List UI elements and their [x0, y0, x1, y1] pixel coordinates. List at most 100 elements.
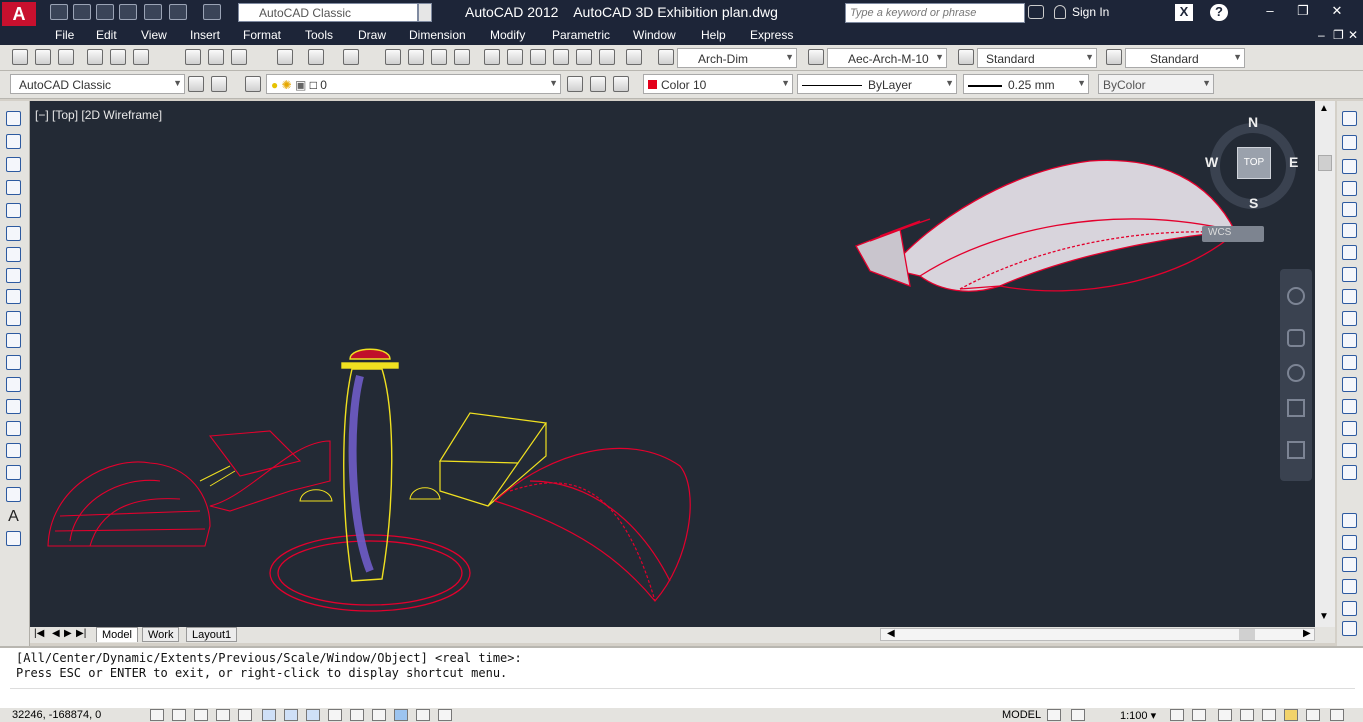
save-icon[interactable] [96, 4, 114, 20]
clean-screen-icon[interactable] [1330, 709, 1344, 721]
pan-nav-icon[interactable] [1287, 329, 1305, 347]
table-icon[interactable] [6, 487, 21, 502]
viewcube-top-face[interactable]: TOP [1237, 147, 1271, 179]
steeringwheel-icon[interactable] [1287, 287, 1305, 305]
table-style-select[interactable]: Standard ▼ [977, 48, 1097, 68]
3dosnap-icon[interactable] [284, 709, 298, 721]
ducs-icon[interactable] [328, 709, 342, 721]
polar-icon[interactable] [238, 709, 252, 721]
orbit-nav-icon[interactable] [1287, 399, 1305, 417]
lock-ui-icon[interactable] [1240, 709, 1254, 721]
polyline-icon[interactable] [6, 157, 21, 172]
make-current-icon[interactable] [613, 76, 629, 92]
copy-icon[interactable] [208, 49, 224, 65]
redo-tool-icon[interactable] [343, 49, 359, 65]
plot-icon[interactable] [144, 4, 162, 20]
arc-icon[interactable] [6, 226, 21, 241]
ortho-icon[interactable] [216, 709, 230, 721]
ellipse-icon[interactable] [6, 311, 21, 326]
tab-work[interactable]: Work [142, 627, 180, 642]
annotation-scale-select[interactable]: 1:100 ▾ [1120, 709, 1156, 722]
compass-west[interactable]: W [1205, 154, 1218, 170]
chamfer-icon[interactable] [1342, 399, 1357, 414]
autoscale-icon[interactable] [1192, 709, 1206, 721]
lineweight-select[interactable]: 0.25 mm ▼ [963, 74, 1089, 94]
matchprop-icon[interactable] [277, 49, 293, 65]
publish-icon[interactable] [133, 49, 149, 65]
command-line[interactable]: [All/Center/Dynamic/Extents/Previous/Sca… [0, 646, 1363, 708]
abc-spell-icon[interactable] [1342, 621, 1357, 636]
workspace-dropdown[interactable] [418, 3, 432, 22]
zoom-realtime-icon[interactable] [408, 49, 424, 65]
dyn-icon[interactable] [350, 709, 364, 721]
point-icon[interactable] [6, 399, 21, 414]
quickview-layouts-icon[interactable] [1047, 709, 1061, 721]
make-block-icon[interactable] [6, 377, 21, 392]
workspace-settings-icon[interactable] [188, 76, 204, 92]
annotation-visibility-icon[interactable] [1170, 709, 1184, 721]
search-input[interactable]: Type a keyword or phrase [845, 3, 1025, 23]
ellipse-arc-icon[interactable] [6, 333, 21, 348]
menu-file[interactable]: File [55, 28, 74, 42]
markup-icon[interactable] [576, 49, 592, 65]
sheetset-icon[interactable] [553, 49, 569, 65]
last-tab-icon[interactable]: ▶| [76, 628, 86, 639]
qnew-icon[interactable] [12, 49, 28, 65]
menu-edit[interactable]: Edit [96, 28, 117, 42]
vertical-scrollbar[interactable]: ▲ ▼ [1315, 101, 1335, 627]
grid-icon[interactable] [194, 709, 208, 721]
copy-object-icon[interactable] [1342, 135, 1357, 150]
menu-insert[interactable]: Insert [190, 28, 220, 42]
scroll-thumb[interactable] [1318, 155, 1332, 171]
menu-modify[interactable]: Modify [490, 28, 525, 42]
redo-icon[interactable] [203, 4, 221, 20]
otrack-icon[interactable] [306, 709, 320, 721]
open-icon[interactable] [73, 4, 91, 20]
text-front-icon[interactable] [1342, 579, 1357, 594]
layer-previous-icon[interactable] [567, 76, 583, 92]
rotate-icon[interactable] [1342, 245, 1357, 260]
polygon-icon[interactable] [6, 180, 21, 195]
coordinates-readout[interactable]: 32246, -168874, 0 [12, 709, 101, 721]
construction-line-icon[interactable] [6, 134, 21, 149]
new-icon[interactable] [50, 4, 68, 20]
menu-view[interactable]: View [141, 28, 167, 42]
minimize-button[interactable]: ‒ [1255, 3, 1285, 21]
exchange-icon[interactable]: X [1175, 4, 1193, 21]
pan-icon[interactable] [385, 49, 401, 65]
color-select[interactable]: Color 10 ▼ [643, 74, 793, 94]
explode-icon[interactable] [1342, 465, 1357, 480]
undo-icon[interactable] [169, 4, 187, 20]
add-selected-icon[interactable] [6, 531, 21, 546]
menu-draw[interactable]: Draw [358, 28, 386, 42]
menu-parametric[interactable]: Parametric [552, 28, 610, 42]
tray-settings-icon[interactable] [1306, 709, 1320, 721]
horizontal-scrollbar[interactable]: ◀ ▶ [880, 628, 1315, 641]
first-tab-icon[interactable]: |◀ [34, 628, 44, 639]
hscroll-thumb[interactable] [1239, 629, 1255, 640]
help-icon[interactable]: ? [1210, 4, 1228, 21]
qp-icon[interactable] [416, 709, 430, 721]
lwt-icon[interactable] [372, 709, 386, 721]
tpy-icon[interactable] [394, 709, 408, 721]
binoculars-icon[interactable] [1028, 5, 1044, 19]
layer-select[interactable]: ● ✺ ▣ □ 0 ▼ [266, 74, 561, 94]
doc-close-icon[interactable]: ✕ [1348, 28, 1358, 42]
doc-restore-icon[interactable]: ❐ [1333, 28, 1344, 42]
command-input[interactable] [10, 688, 1355, 689]
draworder-icon[interactable] [1342, 513, 1357, 528]
workspace-select-2[interactable]: AutoCAD Classic ▼ [10, 74, 185, 94]
tab-layout1[interactable]: Layout1 [186, 627, 238, 642]
mirror-icon[interactable] [1342, 159, 1357, 174]
compass-south[interactable]: S [1249, 195, 1258, 211]
revcloud-icon[interactable] [6, 268, 21, 283]
dim-style-select[interactable]: Aec-Arch-M-10 ▼ [827, 48, 947, 68]
scale-icon[interactable] [1342, 267, 1357, 282]
scroll-down-icon[interactable]: ▼ [1319, 611, 1329, 622]
bring-hatches-back-icon[interactable] [1342, 601, 1357, 616]
menu-express[interactable]: Express [750, 28, 793, 42]
scroll-right-icon[interactable]: ▶ [1303, 628, 1311, 639]
compass-east[interactable]: E [1289, 154, 1298, 170]
menu-dimension[interactable]: Dimension [409, 28, 466, 42]
menu-format[interactable]: Format [243, 28, 281, 42]
